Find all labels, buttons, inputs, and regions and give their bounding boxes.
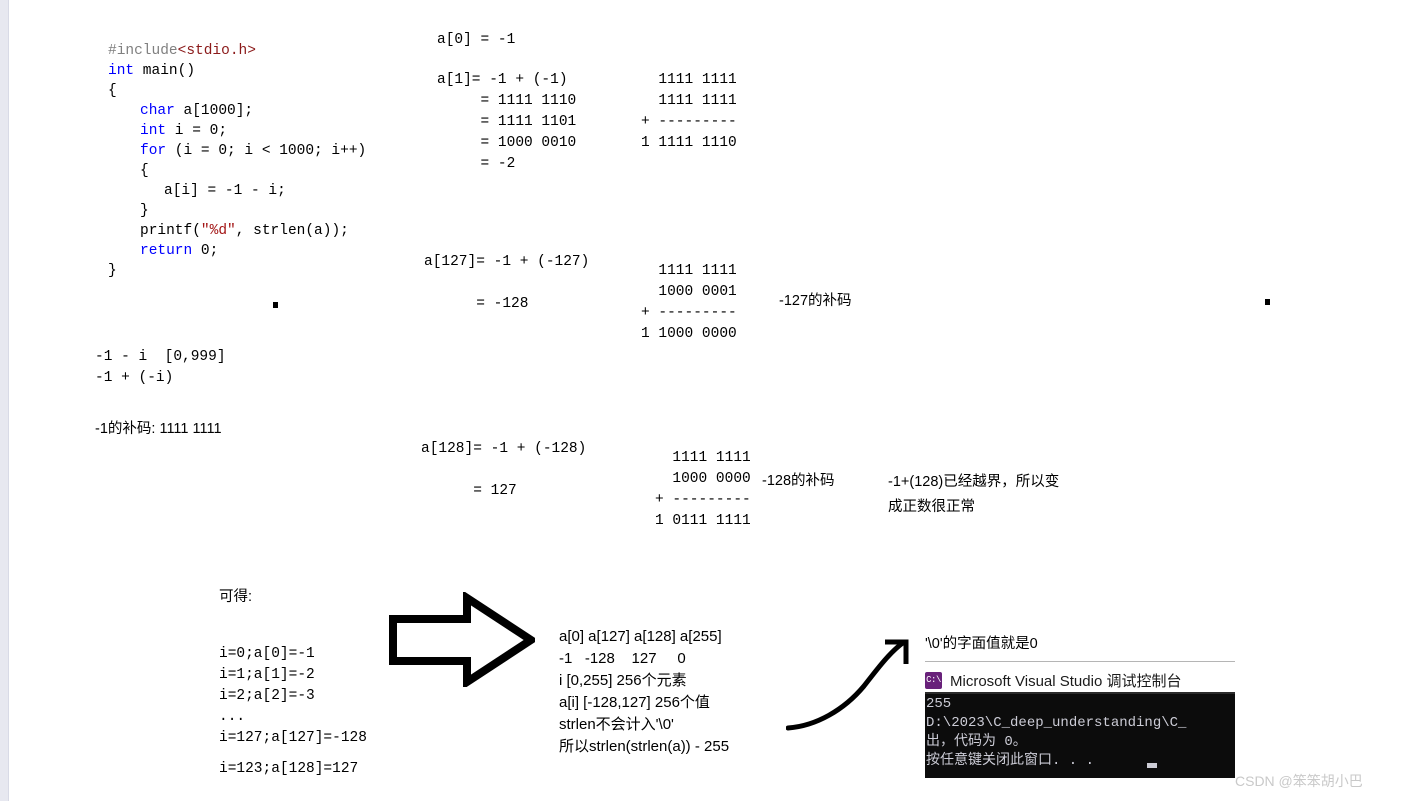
code-token: 0;	[192, 243, 219, 259]
console-output-area[interactable]: 255 D:\2023\C_deep_understanding\C_ 出，代码…	[925, 692, 1235, 778]
a127-binary-addition: 1111 1111 1000 0001 + --------- 1 1000 0…	[641, 263, 737, 342]
code-token: char	[140, 103, 175, 119]
a127-derivation: a[127]= -1 + (-127) = -128	[424, 254, 590, 312]
code-token: return	[140, 243, 193, 259]
code-token: , strlen(a));	[235, 223, 349, 239]
code-token: for	[140, 143, 167, 159]
code-token: a[i] = -1 - i;	[164, 183, 286, 199]
code-token: a[1000];	[174, 103, 254, 119]
right-arrow-outline-icon	[389, 592, 535, 687]
range-note: -1 - i [0,999] -1 + (-i)	[95, 349, 226, 386]
code-token: }	[140, 203, 149, 219]
a127-complement-label: -127的补码	[779, 293, 852, 309]
left-edge-strip	[0, 0, 9, 801]
console-caret	[1147, 763, 1157, 768]
code-line: #include<stdio.h>	[108, 41, 366, 61]
c-source-code: #include<stdio.h> int main(){char a[1000]…	[108, 41, 366, 281]
code-line: {	[108, 81, 366, 101]
code-line: {	[108, 161, 366, 181]
conclusion-list: 可得: i=0;a[0]=-1 i=1;a[1]=-2 i=2;a[2]=-3...…	[219, 551, 367, 801]
conclusion-heading: 可得:	[219, 589, 253, 605]
code-line: printf("%d", strlen(a));	[108, 221, 366, 241]
console-output-text: 255 D:\2023\C_deep_understanding\C_ 出，代码…	[926, 696, 1187, 769]
conclusion-item: i=127;a[127]=-128	[219, 730, 367, 746]
conclusion-item: i=123;a[128]=127	[219, 761, 359, 777]
console-title: Microsoft Visual Studio 调试控制台	[950, 672, 1182, 690]
vs-console-panel: '\0'的字面值就是0 C:\ Microsoft Visual Studio …	[925, 632, 1235, 778]
period-mark-left	[273, 302, 278, 308]
conclusion-item: i=0;a[0]=-1	[219, 646, 315, 662]
code-token: "%d"	[200, 223, 236, 239]
code-token: <stdio.h>	[177, 43, 256, 59]
minus-one-complement-note: -1的补码: 1111 1111	[95, 421, 222, 437]
a1-derivation: a[1]= -1 + (-1) = 1111 1110 = 1111 1101 …	[437, 72, 577, 172]
code-line: a[i] = -1 - i;	[108, 181, 366, 201]
code-token: }	[108, 263, 117, 279]
code-line: }	[108, 261, 366, 281]
overflow-note: -1+(128)已经越界，所以变 成正数很正常	[888, 474, 1060, 515]
code-line: int main()	[108, 61, 366, 81]
a128-derivation: a[128]= -1 + (-128) = 127	[421, 441, 587, 499]
conclusion-items: i=0;a[0]=-1 i=1;a[1]=-2 i=2;a[2]=-3... i=12…	[219, 644, 367, 780]
a128-binary-addition: 1111 1111 1000 0000 + --------- 1 0111 1…	[655, 450, 751, 529]
a128-complement-label: -128的补码	[762, 473, 835, 489]
code-token: {	[140, 163, 149, 179]
code-token: printf(	[140, 223, 201, 239]
code-line: }	[108, 201, 366, 221]
whiteboard-canvas: #include<stdio.h> int main(){char a[1000]…	[0, 0, 1418, 801]
conclusion-item: i=2;a[2]=-3	[219, 688, 315, 704]
code-line: for (i = 0; i < 1000; i++)	[108, 141, 366, 161]
code-token: int	[108, 63, 135, 79]
a0-derivation: a[0] = -1	[437, 32, 516, 48]
console-note: '\0'的字面值就是0	[925, 636, 1038, 652]
conclusion-item: ...	[219, 709, 246, 725]
console-titlebar[interactable]: C:\ Microsoft Visual Studio 调试控制台	[925, 668, 1235, 692]
code-token: int	[140, 123, 167, 139]
vs-console-icon: C:\	[925, 671, 942, 689]
code-line: char a[1000];	[108, 101, 366, 121]
code-token: #include	[108, 43, 178, 59]
curved-pointer-arrow-icon	[786, 639, 909, 731]
code-token: {	[108, 83, 117, 99]
code-token: i = 0;	[166, 123, 228, 139]
code-line: return 0;	[108, 241, 366, 261]
code-token: main()	[134, 63, 196, 79]
summary-text: a[0] a[127] a[128] a[255] -1 -128 127 0 …	[559, 628, 730, 755]
period-mark-right	[1265, 299, 1270, 305]
code-token: (i = 0; i < 1000; i++)	[166, 143, 367, 159]
code-line: int i = 0;	[108, 121, 366, 141]
a1-binary-addition: 1111 1111 1111 1111 + --------- 1 1111 1…	[641, 72, 737, 151]
csdn-watermark: CSDN @笨笨胡小巴	[1235, 773, 1363, 789]
conclusion-item: i=1;a[1]=-2	[219, 667, 315, 683]
console-divider	[925, 661, 1235, 662]
